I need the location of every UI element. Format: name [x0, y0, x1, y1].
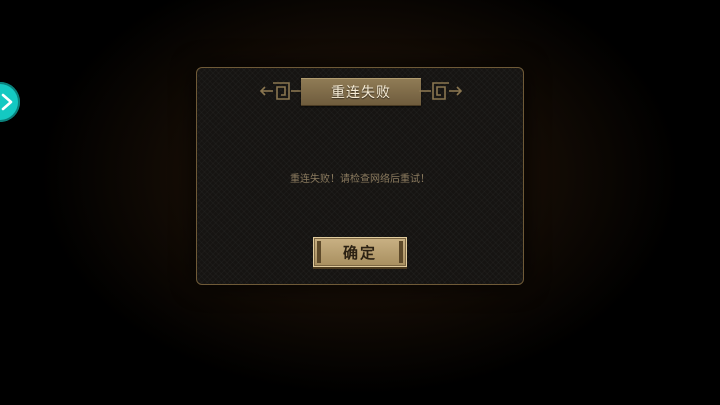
- dialog-title: 重连失败: [331, 85, 391, 101]
- confirm-button[interactable]: 确定: [313, 237, 407, 267]
- game-screen: 重连失败 重连失败！请检查网络后重试！ 确定: [0, 0, 720, 405]
- chevron-right-icon: [1, 93, 13, 111]
- side-expand-button[interactable]: [0, 82, 20, 122]
- reconnect-failed-dialog: 重连失败 重连失败！请检查网络后重试！ 确定: [196, 67, 524, 285]
- dialog-message: 重连失败！请检查网络后重试！: [290, 174, 430, 185]
- dialog-title-bar: 重连失败: [259, 75, 463, 106]
- title-plate: 重连失败: [301, 78, 421, 106]
- right-title-ornament-icon: [419, 82, 463, 100]
- left-title-ornament-icon: [259, 82, 303, 100]
- confirm-button-label: 确定: [342, 243, 377, 262]
